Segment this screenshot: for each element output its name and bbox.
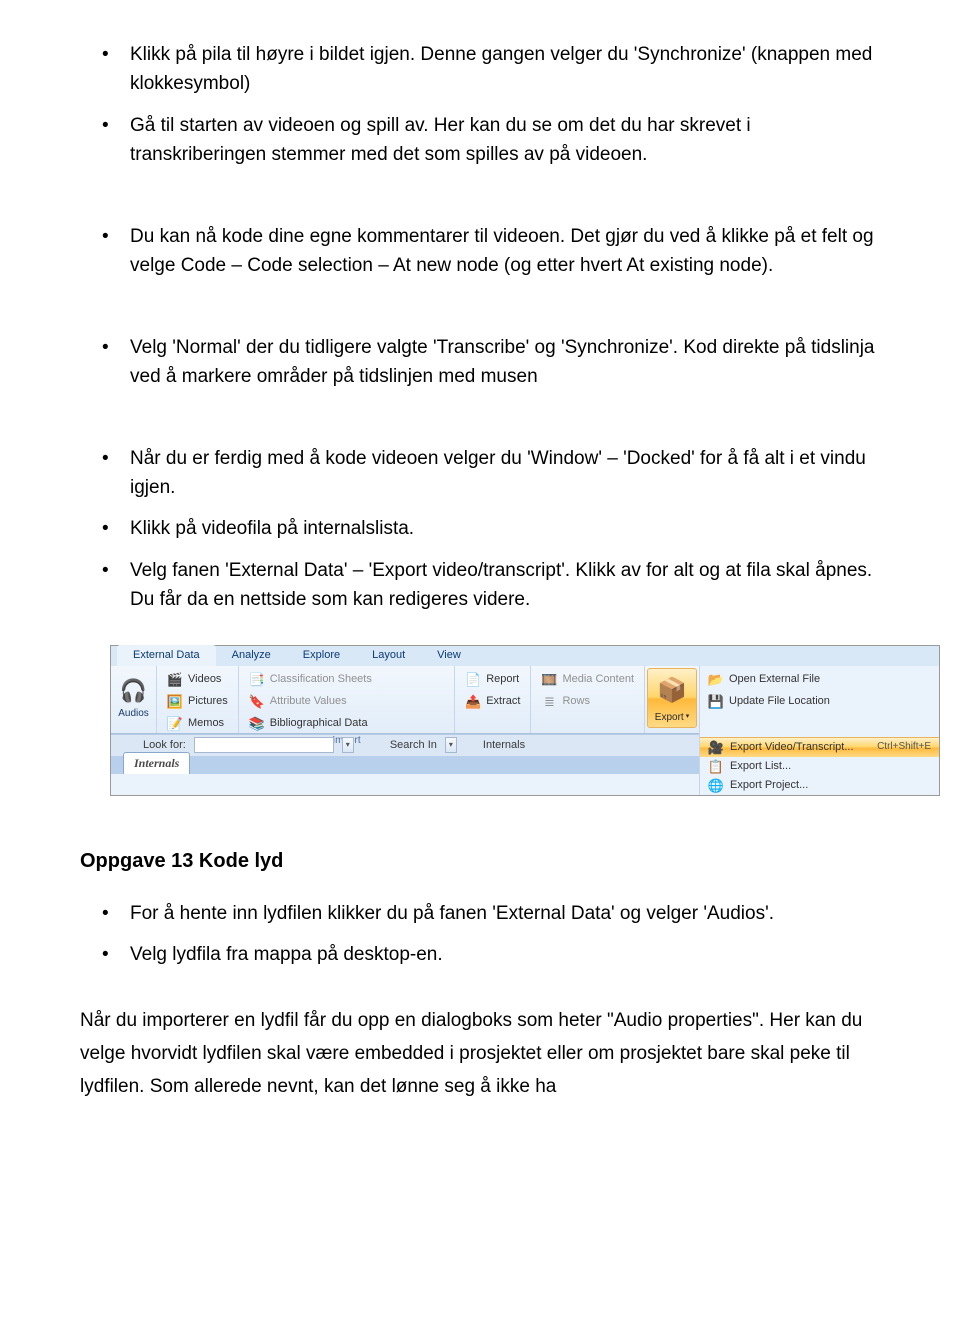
classification-sheets-button[interactable]: 📑Classification Sheets <box>247 670 446 689</box>
internals-tab-bar: Internals <box>111 756 699 774</box>
open-external-file-button[interactable]: 📂Open External File <box>706 670 933 689</box>
tab-explore[interactable]: Explore <box>287 645 356 666</box>
list-item: Når du er ferdig med å kode videoen velg… <box>80 444 880 503</box>
tab-external-data[interactable]: External Data <box>117 645 216 666</box>
extract-icon: 📤 <box>465 693 481 709</box>
export-dropdown: 🎥 Export Video/Transcript... Ctrl+Shift+… <box>700 737 939 757</box>
list-item: Gå til starten av videoen og spill av. H… <box>80 111 880 170</box>
export-group: 📦 Export▾ <box>645 666 699 733</box>
ribbon-screenshot: External Data Analyze Explore Layout Vie… <box>110 645 940 796</box>
tab-analyze[interactable]: Analyze <box>216 645 287 666</box>
media-icon: 🎞️ <box>541 671 557 687</box>
report-icon: 📄 <box>465 671 481 687</box>
save-icon: 💾 <box>708 693 724 709</box>
export-button[interactable]: 📦 Export▾ <box>647 668 697 728</box>
ribbon-body: 🎧 Audios 🎬Videos 🖼️Pictures 📝Memos 📑Clas… <box>111 666 699 734</box>
chevron-down-icon: ▾ <box>686 712 690 723</box>
list-item: Klikk på videofila på internalslista. <box>80 514 880 543</box>
tab-strip: External Data Analyze Explore Layout Vie… <box>111 646 939 666</box>
lookfor-dropdown[interactable]: ▾ <box>342 737 354 753</box>
lookfor-bar: Look for: ▾ Search In ▾ Internals <box>111 734 699 756</box>
media-content-button[interactable]: 🎞️Media Content <box>539 670 636 689</box>
memos-button[interactable]: 📝Memos <box>165 714 230 733</box>
searchin-label: Search In <box>390 737 437 754</box>
searchin-dropdown[interactable]: ▾ <box>445 737 457 753</box>
book-icon: 📚 <box>249 715 265 731</box>
export-icon: 📦 <box>657 672 687 709</box>
sheet-icon: 📑 <box>249 671 265 687</box>
report-button[interactable]: 📄Report <box>463 670 522 689</box>
picture-icon: 🖼️ <box>167 693 183 709</box>
rows-button[interactable]: ≣Rows <box>539 692 636 711</box>
list-item: Velg 'Normal' der du tidligere valgte 'T… <box>80 333 880 392</box>
export-video-icon: 🎥 <box>708 739 724 755</box>
shortcut-label: Ctrl+Shift+E <box>877 739 931 755</box>
media-group: 🎞️Media Content ≣Rows <box>531 666 645 733</box>
list-item: Du kan nå kode dine egne kommentarer til… <box>80 222 880 281</box>
list-item: Velg lydfila fra mappa på desktop-en. <box>80 940 880 969</box>
video-icon: 🎬 <box>167 671 183 687</box>
extract-button[interactable]: 📤Extract <box>463 692 522 711</box>
videos-button[interactable]: 🎬Videos <box>165 670 230 689</box>
attributes-icon: 🔖 <box>249 693 265 709</box>
import-group-2: 📑Classification Sheets 🔖Attribute Values… <box>239 666 455 733</box>
bullet-list-mid3: Når du er ferdig med å kode videoen velg… <box>80 444 880 615</box>
audio-icon: 🎧 <box>120 678 148 704</box>
attribute-values-button[interactable]: 🔖Attribute Values <box>247 692 446 711</box>
bullet-list-top: Klikk på pila til høyre i bildet igjen. … <box>80 40 880 170</box>
tab-view[interactable]: View <box>421 645 477 666</box>
paragraph-bottom: Når du importerer en lydfil får du opp e… <box>80 1004 880 1104</box>
list-item: For å hente inn lydfilen klikker du på f… <box>80 899 880 928</box>
rows-icon: ≣ <box>541 693 557 709</box>
bullet-list-mid1: Du kan nå kode dine egne kommentarer til… <box>80 222 880 281</box>
audios-button[interactable]: 🎧 Audios <box>111 666 157 733</box>
lookfor-input[interactable] <box>194 737 334 753</box>
export-list-icon: 📋 <box>708 758 724 774</box>
export-project-item[interactable]: 🌐 Export Project... <box>700 776 939 795</box>
list-item: Klikk på pila til høyre i bildet igjen. … <box>80 40 880 99</box>
export-video-transcript-item[interactable]: 🎥 Export Video/Transcript... Ctrl+Shift+… <box>700 738 939 757</box>
pictures-button[interactable]: 🖼️Pictures <box>165 692 230 711</box>
report-group: 📄Report 📤Extract <box>455 666 531 733</box>
import-group-1: 🎬Videos 🖼️Pictures 📝Memos <box>157 666 239 733</box>
internals-tab[interactable]: Internals <box>123 752 190 774</box>
export-list-item[interactable]: 📋 Export List... <box>700 757 939 776</box>
tab-layout[interactable]: Layout <box>356 645 421 666</box>
right-column: 📂Open External File 💾Update File Locatio… <box>699 666 939 795</box>
memo-icon: 📝 <box>167 715 183 731</box>
open-file-icon: 📂 <box>708 671 724 687</box>
export-project-icon: 🌐 <box>708 777 724 793</box>
bullet-list-mid2: Velg 'Normal' der du tidligere valgte 'T… <box>80 333 880 392</box>
heading-oppgave-13: Oppgave 13 Kode lyd <box>80 846 880 877</box>
bullet-list-13: For å hente inn lydfilen klikker du på f… <box>80 899 880 970</box>
update-file-location-button[interactable]: 💾Update File Location <box>706 692 933 711</box>
bibliographical-button[interactable]: 📚Bibliographical Data <box>247 714 446 733</box>
list-item: Velg fanen 'External Data' – 'Export vid… <box>80 556 880 615</box>
internals-label: Internals <box>483 737 525 754</box>
